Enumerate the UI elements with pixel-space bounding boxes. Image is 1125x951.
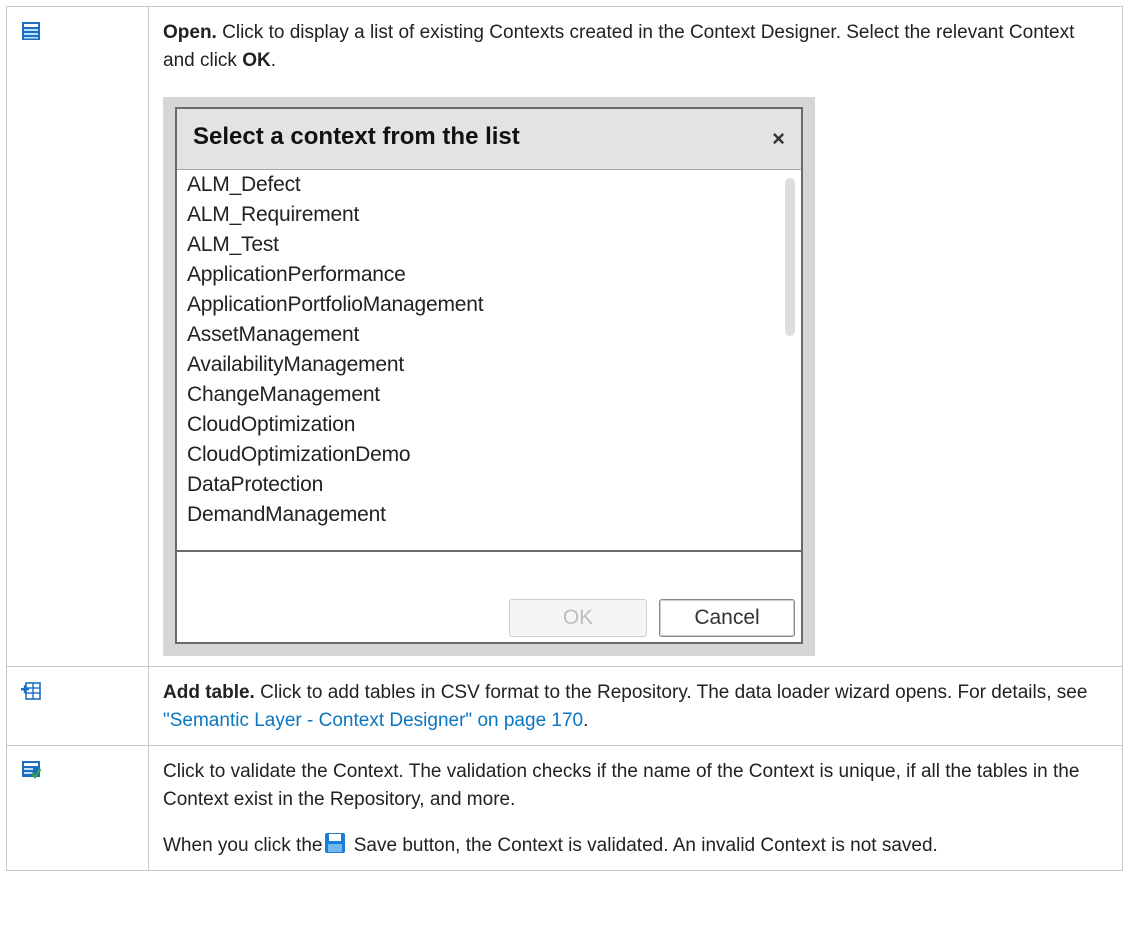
list-item[interactable]: CloudOptimization	[177, 410, 801, 440]
table-row-open: Open. Click to display a list of existin…	[6, 6, 1123, 667]
add-table-description: Add table. Click to add tables in CSV fo…	[163, 679, 1108, 735]
add-table-term: Add table.	[163, 682, 255, 703]
period: .	[270, 50, 276, 71]
open-term: Open.	[163, 22, 217, 43]
dialog-screenshot: Select a context from the list × ALM_Def…	[163, 97, 815, 656]
list-item[interactable]: ALM_Test	[177, 230, 801, 260]
description-cell: Add table. Click to add tables in CSV fo…	[148, 666, 1123, 746]
list-item[interactable]: AssetManagement	[177, 320, 801, 350]
dialog-buttons: OK Cancel	[177, 552, 801, 642]
list-item[interactable]: ApplicationPortfolioManagement	[177, 290, 801, 320]
list-item[interactable]: DemandManagement	[177, 500, 801, 530]
close-icon[interactable]: ×	[772, 125, 785, 153]
context-list[interactable]: ALM_Defect ALM_Requirement ALM_Test Applica…	[177, 170, 801, 552]
description-cell: Click to validate the Context. The valid…	[148, 745, 1123, 871]
ui-elements-table: Open. Click to display a list of existin…	[6, 6, 1123, 871]
add-table-text: Click to add tables in CSV format to the…	[254, 682, 1088, 703]
list-item[interactable]: ALM_Requirement	[177, 200, 801, 230]
open-context-icon	[22, 22, 40, 40]
list-item[interactable]: ALM_Defect	[177, 170, 801, 200]
list-item[interactable]: ApplicationPerformance	[177, 260, 801, 290]
list-item[interactable]: DataProtection	[177, 470, 801, 500]
open-text: Click to display a list of existing Cont…	[163, 22, 1075, 71]
dialog-titlebar: Select a context from the list ×	[177, 109, 801, 170]
icon-cell	[6, 666, 149, 746]
select-context-dialog: Select a context from the list × ALM_Def…	[175, 107, 803, 644]
list-item[interactable]: CloudOptimizationDemo	[177, 440, 801, 470]
validate-description: Click to validate the Context. The valid…	[163, 761, 1080, 810]
validate-context-icon	[22, 761, 42, 780]
description-cell: Open. Click to display a list of existin…	[148, 6, 1123, 667]
icon-cell	[6, 745, 149, 871]
table-row-validate: Click to validate the Context. The valid…	[6, 745, 1123, 871]
save-text-after: Save button, the Context is validated. A…	[348, 835, 938, 856]
scrollbar[interactable]	[785, 178, 795, 336]
add-table-icon	[21, 682, 41, 700]
period: .	[583, 710, 589, 731]
save-text-before: When you click the	[163, 835, 323, 856]
list-item[interactable]: ChangeManagement	[177, 380, 801, 410]
save-description: When you click the Save button, the Cont…	[163, 832, 1108, 860]
table-row-add-table: Add table. Click to add tables in CSV fo…	[6, 666, 1123, 746]
ok-term: OK	[242, 50, 271, 71]
dialog-title: Select a context from the list	[193, 123, 520, 150]
icon-cell	[6, 6, 149, 667]
cancel-button[interactable]: Cancel	[659, 599, 795, 637]
context-designer-link[interactable]: "Semantic Layer - Context Designer" on p…	[163, 710, 583, 731]
save-icon	[325, 833, 346, 853]
ok-button[interactable]: OK	[509, 599, 647, 637]
list-item[interactable]: AvailabilityManagement	[177, 350, 801, 380]
open-description: Open. Click to display a list of existin…	[163, 19, 1108, 75]
